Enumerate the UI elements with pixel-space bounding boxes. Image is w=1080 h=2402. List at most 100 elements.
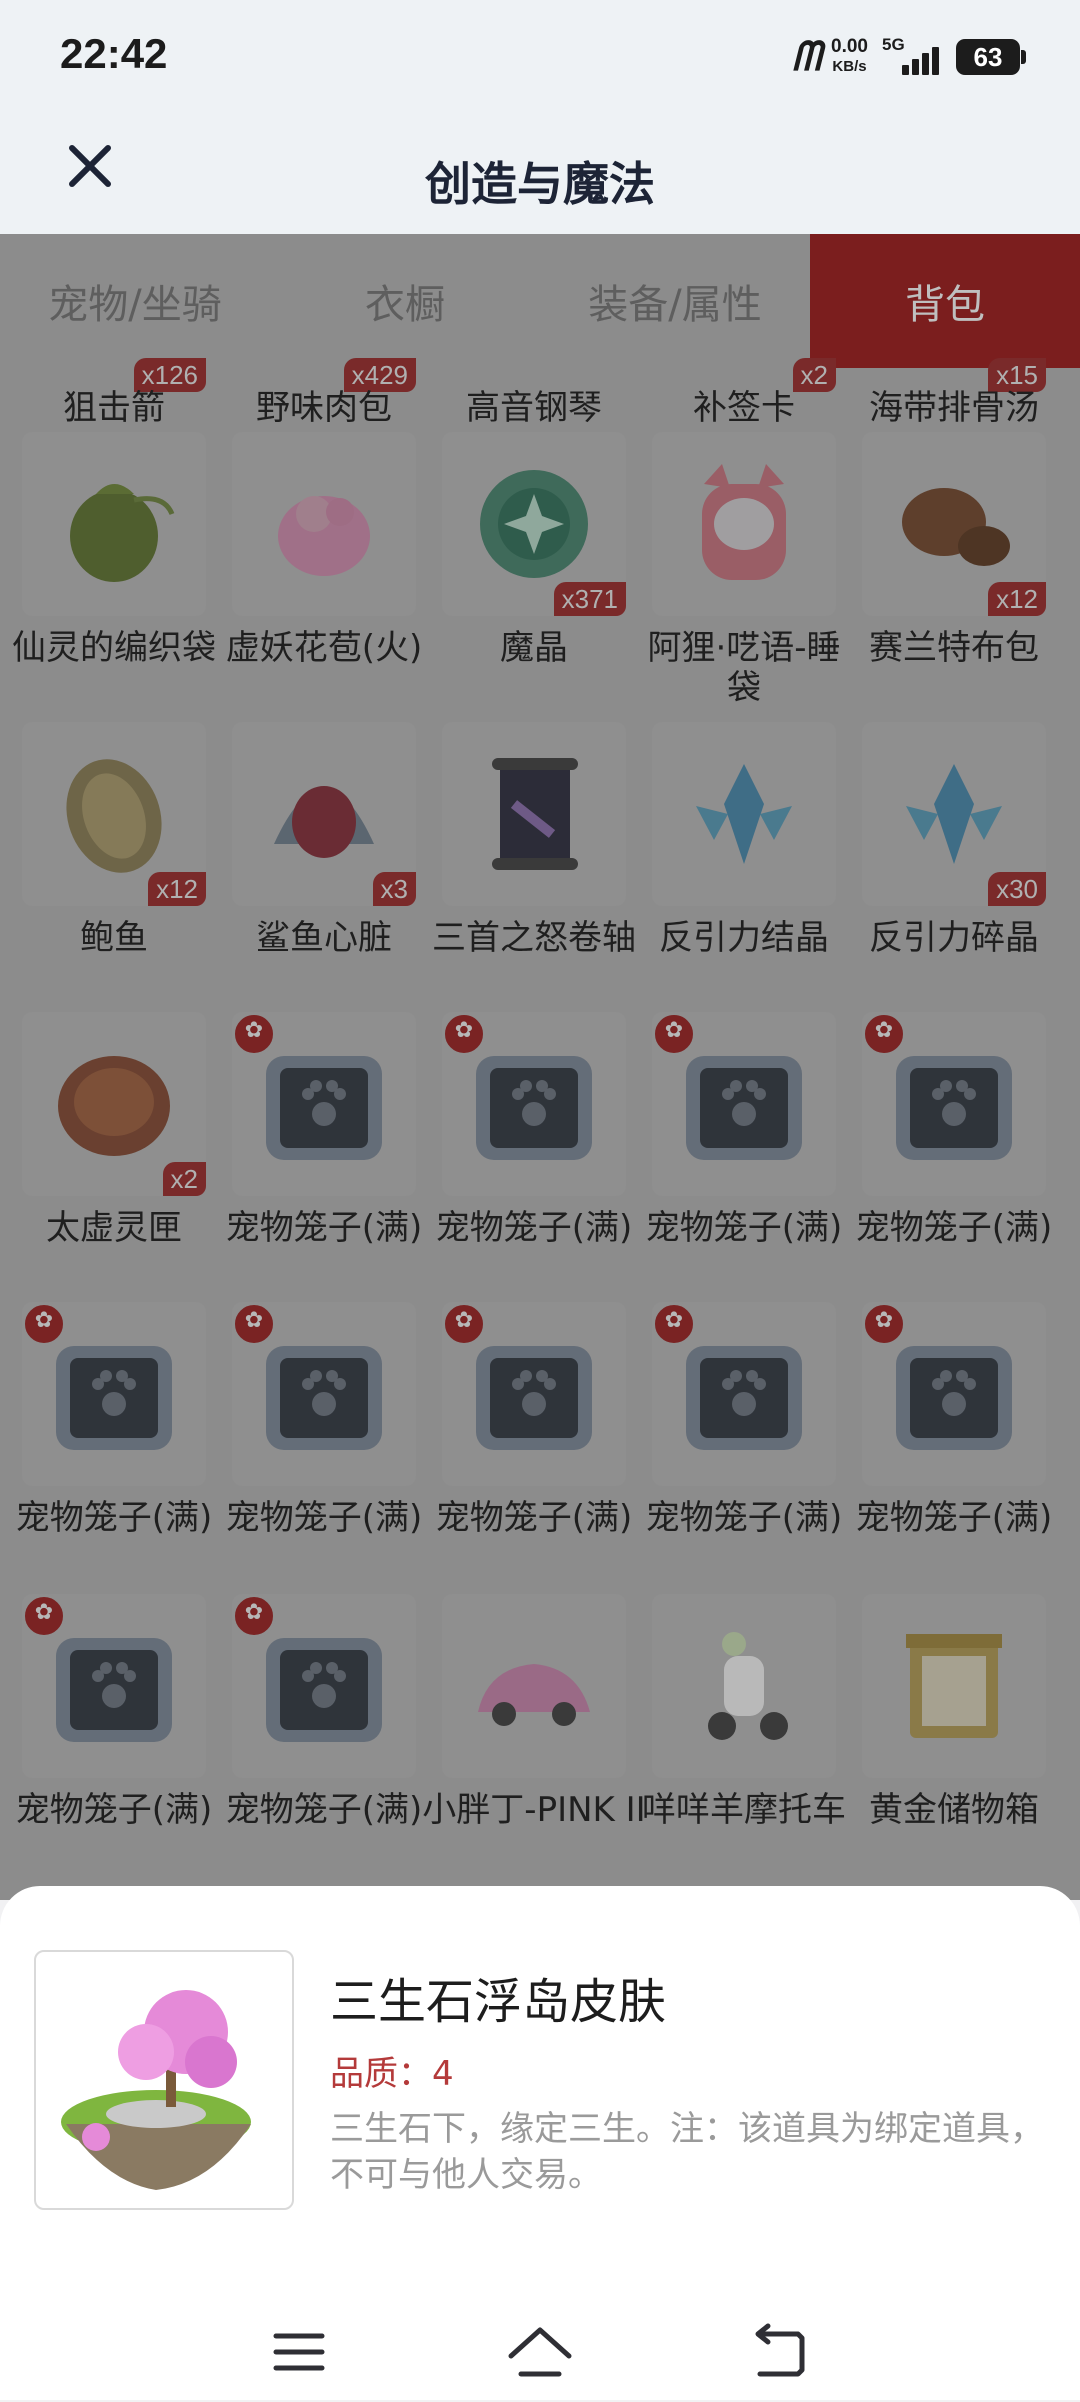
gold-storage-box-icon [906, 1634, 1002, 1738]
green-crystal-icon [480, 470, 588, 578]
tab-equipment[interactable]: 装备/属性 [540, 234, 810, 368]
item-name: 虚妖花苞(火) [225, 628, 423, 668]
inventory-item[interactable]: 宠物笼子(满) [226, 1012, 422, 1292]
item-name: 宠物笼子(满) [855, 1208, 1053, 1248]
item-name: 宠物笼子(满) [645, 1498, 843, 1538]
bound-paw-icon [862, 1012, 906, 1056]
inventory-item[interactable]: x30 反引力碎晶 [862, 722, 1046, 1002]
bound-paw-icon [862, 1302, 906, 1346]
inventory-item[interactable]: 反引力结晶 [652, 722, 836, 1002]
item-name: 赛兰特布包 [869, 628, 1039, 668]
detail-item-description: 三生石下，缘定三生。注：该道具为绑定道具，不可与他人交易。 [330, 2109, 1044, 2195]
item-count-badge: x2 [792, 358, 836, 392]
bound-paw-icon [442, 1012, 486, 1056]
inventory-item[interactable]: 宠物笼子(满) [16, 1302, 212, 1582]
inventory-item[interactable]: x3 鲨鱼心脏 [232, 722, 416, 1002]
item-thumbnail [232, 1302, 416, 1486]
bound-paw-icon [652, 1302, 696, 1346]
item-thumbnail: x371 [442, 432, 626, 616]
nav-menu-button[interactable] [254, 2308, 344, 2398]
inventory-item[interactable]: 三首之怒卷轴 [432, 722, 636, 1002]
page-title: 创造与魔法 [425, 157, 655, 211]
home-icon [508, 2327, 572, 2377]
bound-paw-icon [232, 1302, 276, 1346]
item-name: 咩咩羊摩托车 [642, 1790, 846, 1830]
item-count-badge: x371 [553, 582, 626, 616]
item-name: 宠物笼子(满) [435, 1498, 633, 1538]
network-speed-value: 0.00 [831, 36, 868, 57]
floating-island-icon [61, 1990, 251, 2190]
inventory-item[interactable]: 小胖丁-PINK II [422, 1594, 646, 1874]
network-type: 5G [882, 35, 905, 54]
item-thumbnail [442, 1302, 626, 1486]
pet-cage-icon [476, 1346, 592, 1450]
tab-bar: 宠物/坐骑 衣橱 装备/属性 背包 [0, 234, 1080, 368]
nav-back-button[interactable] [736, 2308, 826, 2398]
item-thumbnail [652, 1302, 836, 1486]
inventory-item[interactable]: 宠物笼子(满) [856, 1302, 1052, 1582]
inventory-item[interactable]: 宠物笼子(满) [226, 1594, 422, 1874]
item-name: 宠物笼子(满) [225, 1208, 423, 1248]
nav-home-button[interactable] [495, 2308, 585, 2398]
signal-icon: 5G [882, 35, 942, 79]
inventory-item[interactable]: x371 魔晶 [442, 432, 626, 712]
item-thumbnail [22, 1594, 206, 1778]
item-name: 海带排骨汤 [869, 388, 1039, 428]
inventory-item[interactable]: 宠物笼子(满) [436, 1302, 632, 1582]
pet-cage-icon [266, 1638, 382, 1742]
item-thumbnail: x12 [862, 432, 1046, 616]
item-thumbnail [442, 1594, 626, 1778]
inventory-item[interactable]: 仙灵的编织袋 [12, 432, 216, 712]
item-count-badge: x12 [148, 872, 206, 906]
tab-wardrobe[interactable]: 衣橱 [270, 234, 540, 368]
item-count-badge: x2 [162, 1162, 206, 1196]
bound-paw-icon [652, 1012, 696, 1056]
item-count-badge: x429 [343, 358, 416, 392]
sheep-scooter-icon [708, 1632, 788, 1740]
pink-flower-bud-icon [278, 496, 370, 576]
pet-cage-icon [266, 1346, 382, 1450]
battery-level: 63 [973, 42, 1003, 72]
pet-cage-icon [686, 1056, 802, 1160]
inventory-item[interactable]: x12 鲍鱼 [22, 722, 206, 1002]
item-name: 狙击箭 [63, 388, 165, 428]
item-name: 小胖丁-PINK II [422, 1790, 646, 1830]
item-name: 太虚灵匣 [46, 1208, 182, 1248]
item-thumbnail [232, 1012, 416, 1196]
inventory-item[interactable]: 虚妖花苞(火) [226, 432, 422, 712]
item-name: 反引力碎晶 [869, 918, 1039, 958]
item-thumbnail [652, 722, 836, 906]
inventory-item[interactable]: 宠物笼子(满) [646, 1012, 842, 1292]
tab-backpack[interactable]: 背包 [810, 234, 1080, 368]
network-speed: 0.00 KB/s [831, 37, 868, 77]
antigravity-shard-icon [906, 764, 1002, 864]
inventory-item[interactable]: x2 太虚灵匣 [22, 1012, 206, 1292]
pet-cage-icon [896, 1056, 1012, 1160]
detail-item-name: 三生石浮岛皮肤 [330, 1974, 667, 2030]
item-thumbnail [652, 1594, 836, 1778]
item-thumbnail: x12 [22, 722, 206, 906]
abalone-icon [66, 759, 162, 873]
item-name: 阿狸·呓语-睡袋 [647, 628, 841, 708]
item-thumbnail [22, 1302, 206, 1486]
network-speed-unit: KB/s [832, 58, 867, 75]
inventory-item[interactable]: 宠物笼子(满) [436, 1012, 632, 1292]
inventory-page: 宠物/坐骑 衣橱 装备/属性 背包 x126 狙击箭 x429 野味肉包 高音钢琴 x2 补… [0, 234, 1080, 1900]
detail-item-quality: 品质：4 [330, 2054, 454, 2094]
bound-paw-icon [442, 1302, 486, 1346]
inventory-item[interactable]: 咩咩羊摩托车 [642, 1594, 846, 1874]
pet-cage-icon [896, 1346, 1012, 1450]
item-name: 宠物笼子(满) [645, 1208, 843, 1248]
inventory-item[interactable]: 宠物笼子(满) [16, 1594, 212, 1874]
inventory-item[interactable]: 宠物笼子(满) [856, 1012, 1052, 1292]
item-name: 野味肉包 [256, 388, 392, 428]
inventory-item[interactable]: x12 赛兰特布包 [862, 432, 1046, 712]
inventory-item[interactable]: 黄金储物箱 [862, 1594, 1046, 1874]
status-icons: ᗰ 0.00 KB/s 5G 63 [792, 32, 1026, 82]
item-thumbnail [232, 432, 416, 616]
inventory-item[interactable]: 阿狸·呓语-睡袋 [647, 432, 841, 712]
inventory-item[interactable]: 宠物笼子(满) [646, 1302, 842, 1582]
scroll-icon [492, 758, 578, 870]
inventory-item[interactable]: 宠物笼子(满) [226, 1302, 422, 1582]
tab-pets-mounts[interactable]: 宠物/坐骑 [0, 234, 270, 368]
